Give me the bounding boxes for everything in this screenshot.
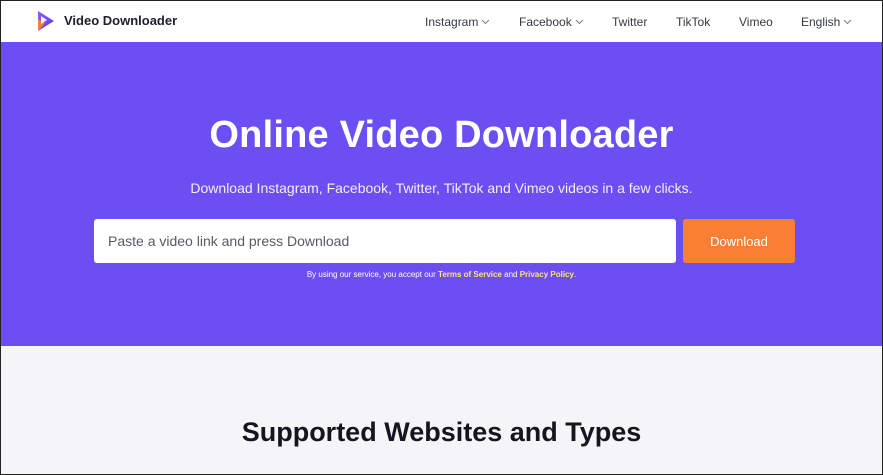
hero-title: Online Video Downloader xyxy=(209,114,674,156)
nav-item-instagram[interactable]: Instagram xyxy=(425,1,490,42)
privacy-policy-link[interactable]: Privacy Policy xyxy=(520,270,574,279)
terms-and: and xyxy=(501,270,520,279)
chevron-down-icon xyxy=(844,19,852,24)
terms-prefix: By using our service, you accept our xyxy=(306,270,438,279)
hero-subtitle: Download Instagram, Facebook, Twitter, T… xyxy=(190,180,693,196)
nav-item-label: Facebook xyxy=(519,14,572,29)
nav-item-label: Vimeo xyxy=(739,14,773,29)
nav-item-label: English xyxy=(801,14,841,29)
top-header: Video Downloader Instagram Facebook Twit… xyxy=(1,1,882,42)
chevron-down-icon xyxy=(575,19,584,24)
page: Video Downloader Instagram Facebook Twit… xyxy=(0,0,883,475)
nav-item-tiktok[interactable]: TikTok xyxy=(676,1,710,42)
nav-item-label: Instagram xyxy=(425,14,479,29)
nav-item-label: Twitter xyxy=(612,14,648,29)
language-selector[interactable]: English xyxy=(801,1,852,42)
hero-section: Online Video Downloader Download Instagr… xyxy=(1,42,882,346)
nav-item-label: TikTok xyxy=(676,14,711,29)
terms-of-service-link[interactable]: Terms of Service xyxy=(438,270,502,279)
nav-item-facebook[interactable]: Facebook xyxy=(519,1,584,42)
nav-item-twitter[interactable]: Twitter xyxy=(612,1,647,42)
terms-notice: By using our service, you accept our Ter… xyxy=(1,270,882,279)
terms-suffix: . xyxy=(573,270,577,279)
download-button[interactable]: Download xyxy=(683,219,795,263)
chevron-down-icon xyxy=(482,19,490,24)
nav-item-vimeo[interactable]: Vimeo xyxy=(739,1,773,42)
supported-websites-heading: Supported Websites and Types xyxy=(241,417,642,447)
video-link-input[interactable] xyxy=(94,219,676,263)
main-nav: Instagram Facebook Twitter TikTok Vimeo … xyxy=(1,1,882,42)
